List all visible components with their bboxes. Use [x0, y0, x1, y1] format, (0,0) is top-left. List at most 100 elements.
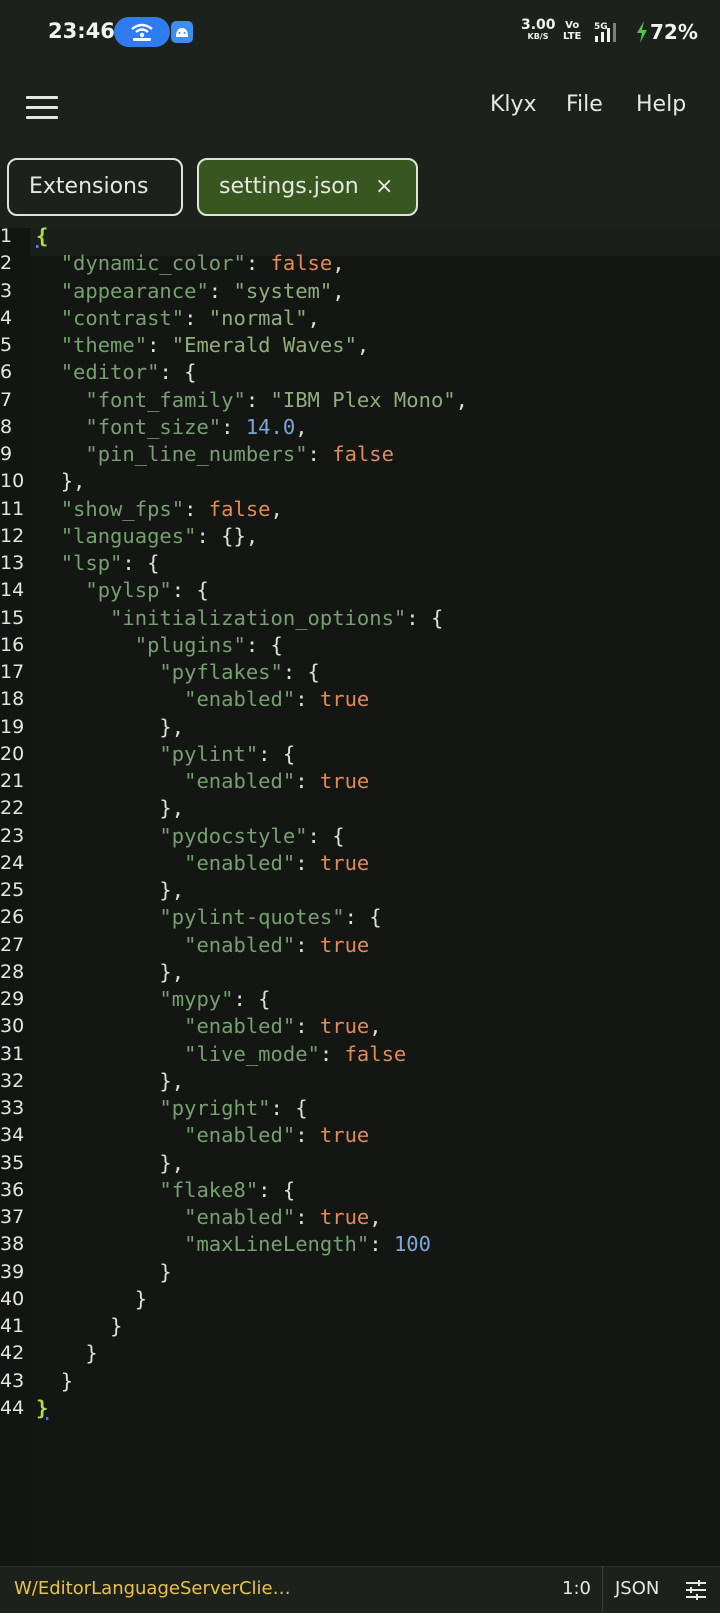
token-ws [36, 279, 61, 303]
token-bool: true [319, 769, 370, 793]
token-str: "system" [233, 278, 333, 303]
code-line[interactable]: }, [36, 794, 184, 822]
code-line[interactable]: "enabled": true [36, 1121, 369, 1149]
code-line[interactable]: "dynamic_color": false, [36, 249, 345, 277]
code-line[interactable]: { [36, 222, 48, 250]
code-line[interactable]: "live_mode": false [36, 1040, 406, 1068]
code-line[interactable]: "enabled": true [36, 685, 369, 713]
token-key: "appearance" [60, 278, 209, 303]
tab-extensions[interactable]: Extensions [7, 158, 183, 216]
code-line[interactable]: "enabled": true [36, 767, 369, 795]
code-line[interactable]: "editor": { [36, 358, 197, 386]
cursor-position[interactable]: 1:0 [562, 1578, 591, 1599]
token-punc: , [245, 523, 259, 548]
code-line[interactable]: "pin_line_numbers": false [36, 440, 394, 468]
network-speed: 3.00 KB/S [521, 18, 556, 42]
code-line[interactable]: "font_family": "IBM Plex Mono", [36, 386, 468, 414]
token-punc: , [295, 414, 308, 439]
code-line[interactable]: "pyflakes": { [36, 658, 319, 686]
code-line[interactable]: }, [36, 876, 184, 904]
line-number: 1 [0, 225, 13, 247]
code-line[interactable]: "pyright": { [36, 1094, 307, 1122]
tab-settings-json-label: settings.json [219, 174, 359, 199]
token-punc: : [406, 605, 431, 630]
line-number: 21 [0, 770, 25, 792]
line-number: 10 [0, 470, 25, 493]
language-mode[interactable]: JSON [615, 1578, 659, 1599]
close-tab-icon[interactable]: × [375, 174, 393, 199]
line-number: 38 [0, 1233, 25, 1256]
token-ws [36, 1314, 110, 1338]
code-line[interactable]: }, [36, 1067, 184, 1095]
token-key: "flake8" [159, 1177, 259, 1202]
line-number: 28 [0, 960, 25, 983]
code-line[interactable]: "lsp": { [36, 549, 160, 577]
menu-help[interactable]: Help [636, 92, 686, 117]
code-line[interactable]: "pylint": { [36, 740, 295, 768]
token-ws [36, 824, 159, 848]
code-line[interactable]: "pylsp": { [36, 576, 209, 604]
code-line[interactable]: } [36, 1339, 98, 1367]
code-line[interactable]: "enabled": true, [36, 1012, 382, 1040]
code-line[interactable]: } [36, 1285, 147, 1313]
token-brace: } [159, 959, 172, 984]
code-line[interactable]: } [36, 1258, 171, 1286]
code-line[interactable]: } [36, 1367, 73, 1395]
code-line[interactable]: "enabled": true, [36, 1203, 382, 1231]
token-punc: , [171, 878, 185, 902]
code-line[interactable]: "contrast": "normal", [36, 304, 320, 332]
hamburger-menu-icon[interactable] [26, 96, 58, 120]
hotspot-icon [131, 23, 153, 41]
token-punc: , [270, 496, 283, 521]
code-editor[interactable]: 1 2 3 4 5 6 7 8 9 10 11 12 13 14 15 16 17 18 19 20 21 22 23 24 2… [0, 224, 720, 1566]
token-punc: : [295, 687, 320, 712]
token-brace: } [85, 1341, 98, 1366]
code-line[interactable]: "enabled": true [36, 849, 369, 877]
code-line[interactable]: "maxLineLength": 100 [36, 1230, 431, 1258]
code-line[interactable]: "initialization_options": { [36, 604, 443, 632]
token-bool: true [319, 932, 370, 957]
code-line[interactable]: "plugins": { [36, 631, 283, 659]
token-brace: { [196, 578, 209, 603]
code-line[interactable]: "languages": {}, [36, 522, 258, 550]
code-line[interactable]: }, [36, 713, 184, 741]
code-line[interactable]: }, [36, 1149, 184, 1177]
code-line[interactable]: "flake8": { [36, 1176, 295, 1204]
line-number: 33 [0, 1097, 25, 1119]
code-line[interactable]: }, [36, 467, 86, 495]
line-number: 26 [0, 906, 25, 929]
line-number: 24 [0, 851, 25, 874]
code-line[interactable]: "pydocstyle": { [36, 822, 344, 850]
token-brace: { [282, 741, 296, 766]
token-ws [36, 1042, 184, 1066]
status-message[interactable]: W/EditorLanguageServerClie… [14, 1578, 291, 1599]
tune-icon[interactable] [684, 1579, 708, 1601]
token-punc: : [233, 987, 259, 1011]
token-punc: : [171, 578, 197, 603]
code-line[interactable]: "appearance": "system", [36, 277, 345, 305]
code-line[interactable]: "mypy": { [36, 985, 270, 1013]
line-number: 44 [0, 1396, 25, 1419]
menu-klyx[interactable]: Klyx [490, 92, 537, 117]
status-time: 23:46 [48, 19, 115, 43]
menu-file[interactable]: File [566, 92, 603, 117]
code-line[interactable]: "font_size": 14.0, [36, 413, 308, 441]
token-brace: } [60, 1368, 74, 1393]
token-bool: true [319, 1014, 370, 1039]
code-line[interactable]: } [36, 1394, 48, 1422]
token-punc: : [208, 278, 234, 303]
code-line[interactable]: "theme": "Emerald Waves", [36, 331, 370, 359]
code-line[interactable]: "show_fps": false, [36, 495, 283, 523]
token-ws [36, 1069, 159, 1093]
code-line[interactable]: } [36, 1312, 122, 1340]
code-line[interactable]: "pylint-quotes": { [36, 903, 381, 931]
token-punc: : [369, 1232, 394, 1257]
token-brace: } [159, 1068, 172, 1093]
token-brace: { [184, 360, 197, 385]
token-ws [36, 251, 61, 275]
token-key: "enabled" [184, 1014, 296, 1039]
code-line[interactable]: }, [36, 958, 184, 986]
token-ws [36, 551, 61, 575]
code-line[interactable]: "enabled": true [36, 931, 369, 959]
token-ws [36, 905, 159, 929]
